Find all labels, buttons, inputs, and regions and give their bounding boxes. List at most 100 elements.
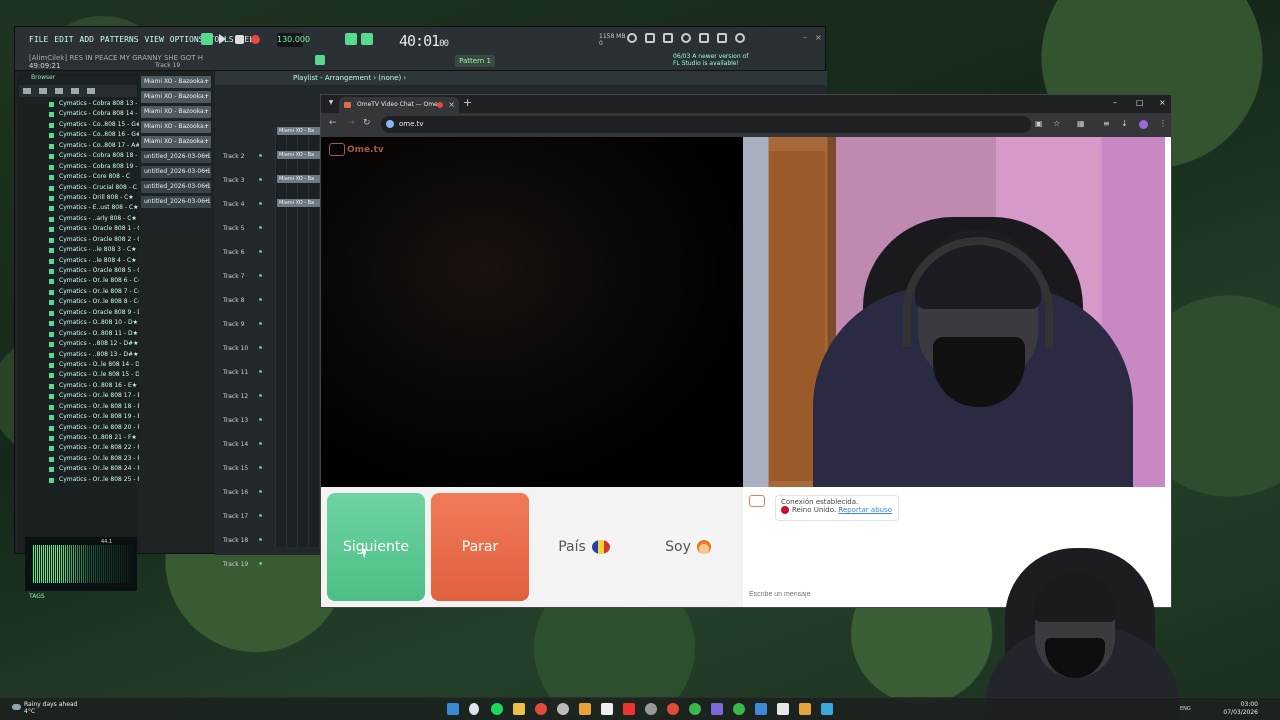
channel-button[interactable]: Miami XO - Bazooka.. [141,121,211,133]
play-icon[interactable] [219,34,226,44]
chrome-icon[interactable] [689,703,701,715]
browser-item[interactable]: Cymatics - O..808 11 - D★ [17,329,139,339]
channel-button[interactable]: Miami XO - Bazooka.. [141,91,211,103]
channel-button[interactable]: untitled_2026-03-06 13.. [141,196,211,208]
channel-button[interactable]: Miami XO - Bazooka.. [141,106,211,118]
channel-button[interactable]: Miami XO - Bazooka.. [141,136,211,148]
snap-icon[interactable] [315,55,325,65]
track-header[interactable]: Track 12 [223,393,273,400]
extensions-icon[interactable]: ▦ [1077,119,1085,128]
search-icon[interactable] [71,88,79,94]
file-explorer-icon[interactable] [513,703,525,715]
news-panel[interactable]: 06/03 A newer version of FL Studio is av… [673,53,753,67]
stop-button[interactable]: Parar [431,493,529,601]
close-tab-icon[interactable]: × [448,97,455,113]
menu-options[interactable]: OPTIONS [170,35,204,44]
clock[interactable]: 03:00 07/03/2026 [1223,701,1258,717]
browser-item[interactable]: Cymatics - Or..le 808 24 - F [17,464,139,474]
bookmark-star-icon[interactable]: ☆ [1053,119,1060,128]
app-icon[interactable] [755,703,767,715]
report-abuse-link[interactable]: Reportar abuso [838,506,892,514]
browser-item[interactable]: Cymatics - ..808 13 - D#★ [17,350,139,360]
track-header[interactable]: Track 8 [223,297,273,304]
download-icon[interactable]: ↓ [1121,119,1128,128]
menu-file[interactable]: FILE [29,35,48,44]
calendar-icon[interactable] [601,703,613,715]
track-header[interactable]: Track 16 [223,489,273,496]
clip[interactable]: Miami XO - Ba [277,127,321,135]
browser-icon[interactable] [699,33,709,43]
browser-item[interactable]: Cymatics - Oracle 808 1 - C [17,224,139,234]
profile-avatar[interactable] [1139,120,1148,129]
menu-edit[interactable]: EDIT [54,35,73,44]
browser-item[interactable]: Cymatics - Oracle 808 9 - D [17,308,139,318]
new-tab-icon[interactable]: + [463,96,472,109]
chrome-icon[interactable] [667,703,679,715]
app-icon[interactable] [557,703,569,715]
track-header[interactable]: Track 5 [223,225,273,232]
language-indicator[interactable]: ENG [1180,706,1191,712]
smiley-icon[interactable] [735,33,745,43]
clip[interactable]: Miami XO - Ba [277,199,321,207]
close-icon[interactable]: × [815,33,822,42]
browser-item[interactable]: Cymatics - ..le 808 3 - C★ [17,245,139,255]
steam-icon[interactable] [469,703,479,715]
clip[interactable]: Miami XO - Ba [277,175,321,183]
stop-icon[interactable] [235,35,244,44]
browser-item[interactable]: Cymatics - ..le 808 4 - C★ [17,256,139,266]
minimize-icon[interactable]: – [803,33,807,42]
media-icon[interactable]: ≡ [1103,119,1110,128]
channel-button[interactable]: untitled_2026-03-06 13.. [141,166,211,178]
track-header[interactable]: Track 9 [223,321,273,328]
playlist-grid[interactable] [275,127,321,547]
browser-item[interactable]: Cymatics - Or..le 808 6 - C# [17,276,139,286]
pattern-song-toggle[interactable] [201,33,213,45]
track-header[interactable]: Track 19 [223,561,273,568]
browser-item[interactable]: Cymatics - Cobra 808 13 - E [17,99,139,109]
track-header[interactable]: Track 2 [223,153,273,160]
menu-add[interactable]: ADD [80,35,94,44]
browser-item[interactable]: Cymatics - Or..le 808 25 - F [17,475,139,485]
app-icon[interactable] [645,703,657,715]
browser-item[interactable]: Cymatics - Or..le 808 19 - E [17,412,139,422]
gender-button[interactable]: Soy [639,493,737,601]
arrow-icon[interactable] [55,88,63,94]
tempo-display[interactable]: 130.000 [277,33,310,47]
maximize-icon[interactable]: □ [1136,98,1144,107]
browser-item[interactable]: Cymatics - Or..le 808 17 - E [17,391,139,401]
reload-icon[interactable]: ↻ [363,118,371,128]
menu-view[interactable]: VIEW [145,35,164,44]
clip[interactable]: Miami XO - Ba [277,151,321,159]
track-header[interactable]: Track 6 [223,249,273,256]
track-header[interactable]: Track 15 [223,465,273,472]
browser-item[interactable]: Cymatics - O..808 21 - F★ [17,433,139,443]
weather-widget[interactable]: Rainy days ahead 4°C [12,701,77,715]
track-header[interactable]: Track 17 [223,513,273,520]
browser-item[interactable]: Cymatics - Cobra 808 18 - B [17,151,139,161]
track-header[interactable]: Track 4 [223,201,273,208]
track-header[interactable]: Track 11 [223,369,273,376]
browser-item[interactable]: Cymatics - Drill 808 - C★ [17,193,139,203]
cpu-icon[interactable] [627,33,637,43]
browser-item[interactable]: Cymatics - ..808 12 - D#★ [17,339,139,349]
chrome-icon[interactable] [733,703,745,715]
channel-button[interactable]: untitled_2026-03-06 13.. [141,181,211,193]
forward-icon[interactable]: → [347,118,355,128]
url-bar[interactable]: ome.tv [381,116,1031,133]
channel-button[interactable]: untitled_2026-03-06 13.. [141,151,211,163]
channel-button[interactable]: Miami XO - Bazooka.. [141,76,211,88]
fl-studio-icon[interactable] [799,703,811,715]
app-icon[interactable] [821,703,833,715]
wait-for-input-icon[interactable] [361,33,373,45]
track-header[interactable]: Track 13 [223,417,273,424]
next-button[interactable]: Siguiente [327,493,425,601]
spotify-icon[interactable] [491,703,503,715]
country-button[interactable]: País [535,493,633,601]
browser-item[interactable]: Cymatics - Or..le 808 18 - E [17,402,139,412]
mixer-icon[interactable] [645,33,655,43]
browser-item[interactable]: Cymatics - Co..808 16 - G# [17,130,139,140]
browser-item[interactable]: Cymatics - Oracle 808 5 - C [17,266,139,276]
browser-item[interactable]: Cymatics - Or..le 808 7 - C# [17,287,139,297]
cast-icon[interactable]: ▣ [1035,119,1043,128]
browser-item[interactable]: Cymatics - O..le 808 14 - D# [17,360,139,370]
